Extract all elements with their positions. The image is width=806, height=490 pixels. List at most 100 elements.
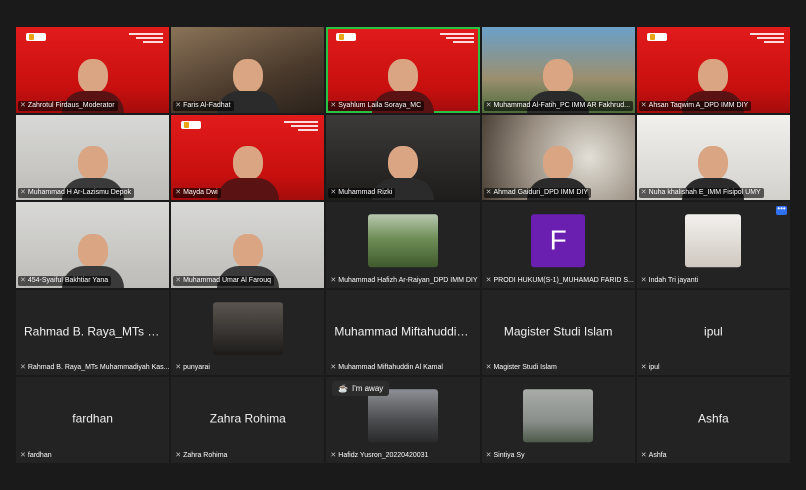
mic-muted-icon: ✕ [485, 189, 492, 197]
participant-name: Hafidz Yusron_20220420031 [338, 451, 429, 459]
participant-name: Ahsan Taqwim A_DPD IMM DIY [648, 101, 749, 109]
participant-name-label: ✕ Muhammad Miftahuddin Al Kamal [328, 363, 446, 373]
participant-name-label: ✕ Muhammad H Ar-Lazismu Depok [18, 188, 134, 199]
participant-name: Syahlum Laila Soraya_MC [338, 101, 422, 109]
mic-muted-icon: ✕ [640, 101, 647, 109]
banner-text-lines [284, 120, 319, 133]
participant-tile[interactable]: ✕ Sintiya Sy [481, 377, 635, 463]
banner-text-lines [129, 33, 164, 45]
participant-tile[interactable]: ✕ Muhammad H Ar-Lazismu Depok [16, 114, 170, 201]
participant-name-label: ✕ Syahlum Laila Soraya_MC [328, 100, 425, 111]
mic-muted-icon: ✕ [175, 189, 182, 197]
organization-logo [181, 120, 202, 129]
participant-name-label: ✕ Muhammad Rizki [328, 188, 396, 199]
participant-name: Muhammad Miftahuddin Al Kamal [338, 364, 443, 372]
participant-name-label: ✕ Muhammad Hafizh Ar-Raiyan_DPD IMM DIY [328, 276, 479, 286]
participant-name-label: ✕ Ahsan Taqwim A_DPD IMM DIY [638, 100, 752, 111]
mic-muted-icon: ✕ [485, 451, 492, 459]
participant-name-label: ✕ Hafidz Yusron_20220420031 [328, 451, 431, 461]
more-options-button[interactable]: ••• [776, 205, 787, 215]
participant-tile[interactable]: ✕ Indah Tri jayanti [636, 202, 790, 288]
mic-muted-icon: ✕ [20, 364, 26, 372]
participant-display-name: Muhammad Miftahuddin... [334, 324, 474, 339]
participant-tile[interactable]: ✕ 454-Syaiful Bakhtiar Yana [16, 202, 170, 288]
participant-display-name: Zahra Rohima [209, 411, 286, 426]
mic-muted-icon: ✕ [175, 276, 182, 284]
mic-muted-icon: ✕ [330, 276, 337, 284]
participant-tile[interactable]: ✕ Muhammad Al-Fatih_PC IMM AR Fakhrud... [481, 27, 635, 113]
participant-tile[interactable]: ✕ Muhammad Rizki [326, 114, 480, 201]
participant-name: Zahrotul Firdaus_Moderator [27, 101, 115, 109]
participant-name: fardhan [27, 451, 52, 459]
participant-display-name: fardhan [72, 411, 113, 426]
participant-video-figure [216, 146, 279, 201]
mic-muted-icon: ✕ [330, 101, 337, 109]
participant-name-label: ✕ 454-Syaiful Bakhtiar Yana [18, 275, 112, 286]
participant-tile[interactable]: Muhammad Miftahuddin... ✕ Muhammad Miftahu… [326, 289, 480, 376]
avatar: F [531, 214, 586, 268]
mic-muted-icon: ✕ [485, 101, 492, 109]
participant-name-label: ✕ Ahmad Gaiduri_DPD IMM DIY [483, 188, 591, 199]
participant-name-label: ✕ Zahra Rohima [173, 451, 230, 461]
participant-display-name: Magister Studi Islam [503, 324, 613, 339]
mic-muted-icon: ✕ [20, 451, 26, 459]
participant-name: Muhammad Hafizh Ar-Raiyan_DPD IMM DIY [338, 276, 478, 284]
participant-name: 454-Syaiful Bakhtiar Yana [27, 276, 109, 284]
participant-name: Muhammad H Ar-Lazismu Depok [27, 189, 131, 197]
mic-muted-icon: ✕ [175, 451, 182, 459]
video-grid: ✕ Zahrotul Firdaus_Moderator ✕ Faris Al-Fad… [16, 27, 790, 463]
coffee-cup-icon: ☕ [338, 384, 348, 393]
participant-tile[interactable]: ipul ✕ ipul [636, 289, 790, 376]
participant-tile[interactable]: Rahmad B. Raya_MTs Mu... ✕ Rahmad B. Raya_… [16, 289, 170, 376]
participant-name: ipul [648, 364, 660, 372]
mic-muted-icon: ✕ [175, 364, 182, 372]
participant-name: Mayda Dwi [183, 189, 218, 197]
participant-name: Sintiya Sy [493, 451, 525, 459]
participant-tile[interactable]: ✕ Muhammad Umar Al Farouq [171, 202, 325, 288]
participant-tile[interactable]: F ✕ PRODI HUKUM(S-1)_MUHAMAD FARID S... [481, 202, 635, 288]
participant-tile[interactable]: ✕ Faris Al-Fadhat [171, 27, 325, 113]
mic-muted-icon: ✕ [330, 364, 337, 372]
mic-muted-icon: ✕ [20, 276, 26, 284]
participant-tile[interactable]: Zahra Rohima ✕ Zahra Rohima [171, 377, 325, 463]
participant-tile[interactable]: ✕ Zahrotul Firdaus_Moderator [16, 27, 170, 113]
mic-muted-icon: ✕ [640, 189, 647, 197]
participant-name: Rahmad B. Raya_MTs Muhammadiyah Kas... [27, 364, 170, 372]
participant-tile[interactable]: ✕ Mayda Dwi [171, 114, 325, 201]
participant-name: punyarai [183, 364, 210, 372]
participant-display-name: Rahmad B. Raya_MTs Mu... [24, 324, 170, 339]
participant-tile[interactable]: ✕ Ahsan Taqwim A_DPD IMM DIY [636, 27, 790, 113]
participant-tile[interactable]: ✕ Muhammad Hafizh Ar-Raiyan_DPD IMM DIY [326, 202, 480, 288]
participant-tile[interactable]: ✕ Nuha khalishah E_IMM Fisipol UMY [636, 114, 790, 201]
participant-name-label: ✕ fardhan [18, 451, 55, 461]
participant-tile[interactable]: ✕ Syahlum Laila Soraya_MC [326, 27, 480, 113]
participant-name-label: ✕ Muhammad Al-Fatih_PC IMM AR Fakhrud... [483, 100, 634, 111]
participant-name-label: ✕ Ashfa [639, 451, 670, 461]
mic-muted-icon: ✕ [330, 451, 337, 459]
participant-tile[interactable]: ✕ punyarai [171, 289, 325, 376]
mic-muted-icon: ✕ [20, 101, 26, 109]
participant-name: Muhammad Al-Fatih_PC IMM AR Fakhrud... [493, 101, 631, 109]
participant-name: Faris Al-Fadhat [183, 101, 231, 109]
banner-text-lines [439, 33, 474, 45]
participant-name-label: ✕ Mayda Dwi [173, 188, 221, 199]
participant-name: Ahmad Gaiduri_DPD IMM DIY [493, 189, 588, 197]
away-status-badge: ☕ I'm away [332, 381, 390, 396]
participant-tile[interactable]: fardhan ✕ fardhan [16, 377, 170, 463]
participant-name: Muhammad Umar Al Farouq [183, 276, 271, 284]
participant-name: Muhammad Rizki [338, 189, 393, 197]
participant-name: Zahra Rohima [183, 451, 228, 459]
participant-tile[interactable]: Ashfa ✕ Ashfa [636, 377, 790, 463]
participant-name-label: ✕ PRODI HUKUM(S-1)_MUHAMAD FARID S... [484, 276, 635, 286]
participant-thumbnail [523, 389, 594, 443]
participant-tile[interactable]: Magister Studi Islam ✕ Magister Studi Isla… [481, 289, 635, 376]
participant-tile[interactable]: ✕ Ahmad Gaiduri_DPD IMM DIY [481, 114, 635, 201]
participant-name-label: ✕ Faris Al-Fadhat [173, 100, 234, 111]
participant-thumbnail [685, 214, 742, 268]
participant-name-label: ✕ Nuha khalishah E_IMM Fisipol UMY [638, 188, 764, 199]
organization-logo [336, 33, 357, 41]
mic-muted-icon: ✕ [640, 451, 647, 459]
organization-logo [646, 33, 667, 41]
participant-display-name: Ashfa [698, 411, 729, 426]
participant-name-label: ✕ Sintiya Sy [484, 451, 528, 461]
